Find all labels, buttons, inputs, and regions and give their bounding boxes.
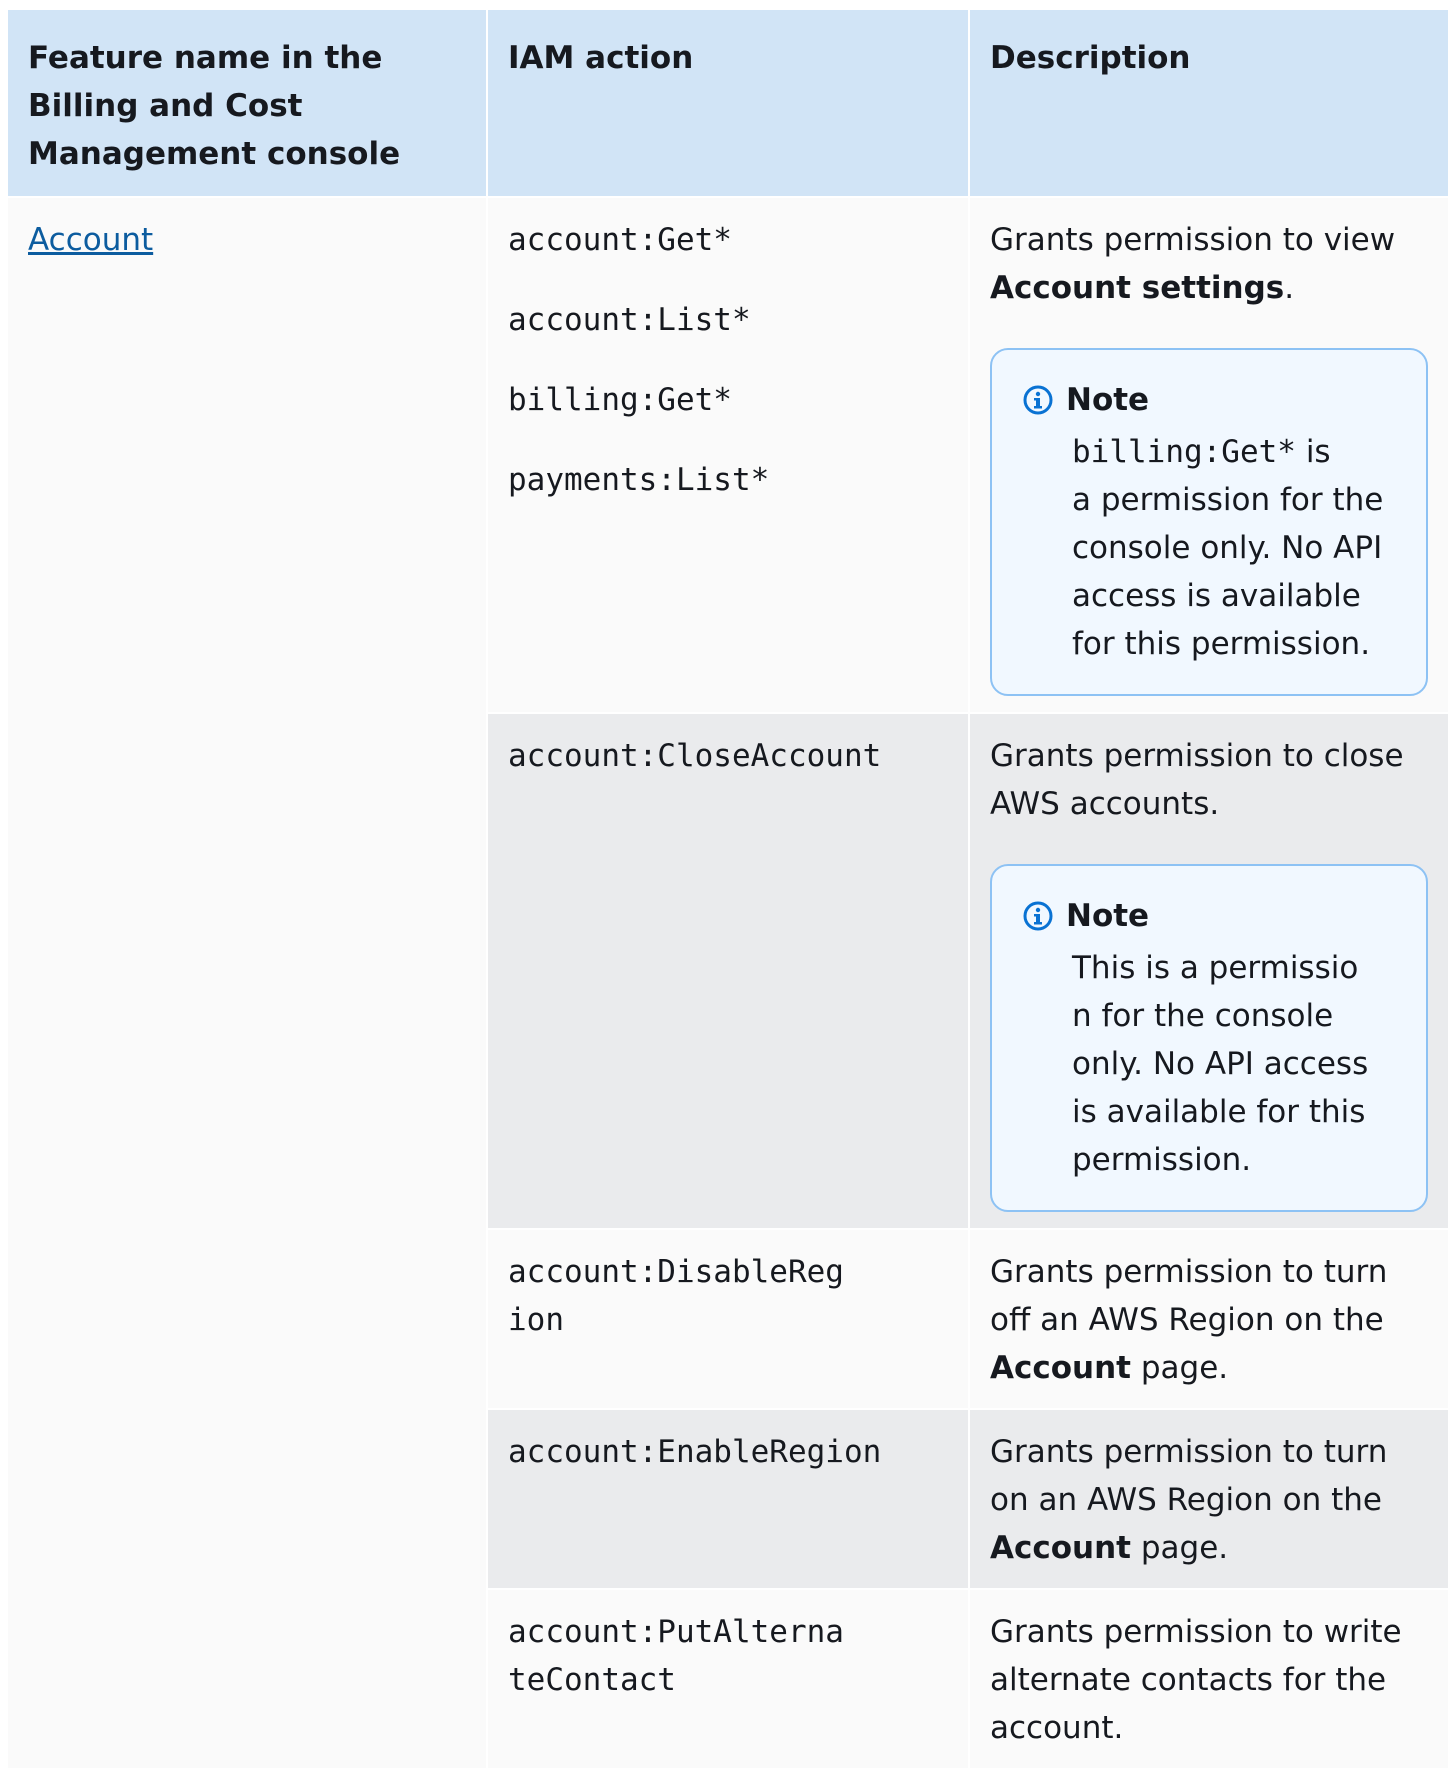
description-bold: Account settings [990,270,1285,306]
note-box: Note billing:Get* is a permission for th… [990,348,1428,696]
permissions-table: Feature name in the Billing and Cost Man… [8,10,1448,1768]
description-cell: Grants permission to close AWS accounts.… [970,714,1448,1228]
note-line: is available for this [1072,1094,1366,1130]
description-text: Grants permission to turn off an AWS Reg… [990,1248,1428,1392]
description-text: Grants permission to write alternate con… [990,1614,1402,1746]
iam-action: account:Get* [508,222,732,258]
description-post: page. [1131,1530,1229,1566]
note-body: This is a permissio n for the console on… [1022,944,1396,1184]
description-bold: Account [990,1350,1131,1386]
note-header: Note [1022,380,1396,420]
description-pre: Grants permission to view [990,222,1396,258]
description-bold: Account [990,1530,1131,1566]
note-title: Note [1066,898,1150,934]
header-description: Description [970,10,1448,196]
info-circle-icon [1023,901,1053,931]
note-text: a permission for the console only. No AP… [1072,482,1384,662]
iam-action: account:PutAlterna teContact [508,1614,844,1698]
description-cell: Grants permission to turn on an AWS Regi… [970,1410,1448,1588]
iam-action-cell: account:EnableRegion [488,1410,968,1588]
iam-action-cell: account:PutAlterna teContact [488,1590,968,1768]
iam-action: account:CloseAccount [508,738,882,774]
info-circle-icon [1023,385,1053,415]
iam-action-cell: account:Get* account:List* billing:Get* … [488,198,968,712]
description-post: . [1284,270,1295,306]
iam-action-cell: account:CloseAccount [488,714,968,1228]
account-link[interactable]: Account [28,222,153,258]
description-pre: Grants permission to turn off an AWS Reg… [990,1254,1388,1338]
note-line: n for the console [1072,998,1334,1034]
description-cell: Grants permission to turn off an AWS Reg… [970,1230,1448,1408]
iam-action: payments:List* [508,462,770,498]
note-box: Note This is a permissio n for the conso… [990,864,1428,1212]
description-post: page. [1131,1350,1229,1386]
note-line: This is a permissio [1072,950,1359,986]
note-title: Note [1066,382,1150,418]
description-cell: Grants permission to view Account settin… [970,198,1448,712]
note-code: billing:Get* [1072,434,1296,470]
iam-action: account:List* [508,302,751,338]
description-pre: Grants permission to turn on an AWS Regi… [990,1434,1388,1518]
header-iam-action: IAM action [488,10,968,196]
description-text: Grants permission to close AWS accounts. [990,738,1404,822]
description-text: Grants permission to view Account settin… [990,216,1428,312]
note-line: permission. [1072,1142,1252,1178]
iam-action: account:EnableRegion [508,1434,882,1470]
note-body: billing:Get* is a permission for the con… [1022,428,1396,668]
feature-cell: Account [8,198,486,1768]
note-line: only. No API access [1072,1046,1369,1082]
iam-action: account:DisableReg ion [508,1254,844,1338]
note-text: is [1295,434,1331,470]
header-feature-name: Feature name in the Billing and Cost Man… [8,10,486,196]
iam-action-cell: account:DisableReg ion [488,1230,968,1408]
description-text: Grants permission to turn on an AWS Regi… [990,1428,1428,1572]
description-cell: Grants permission to write alternate con… [970,1590,1448,1768]
note-header: Note [1022,896,1396,936]
iam-action: billing:Get* [508,382,732,418]
